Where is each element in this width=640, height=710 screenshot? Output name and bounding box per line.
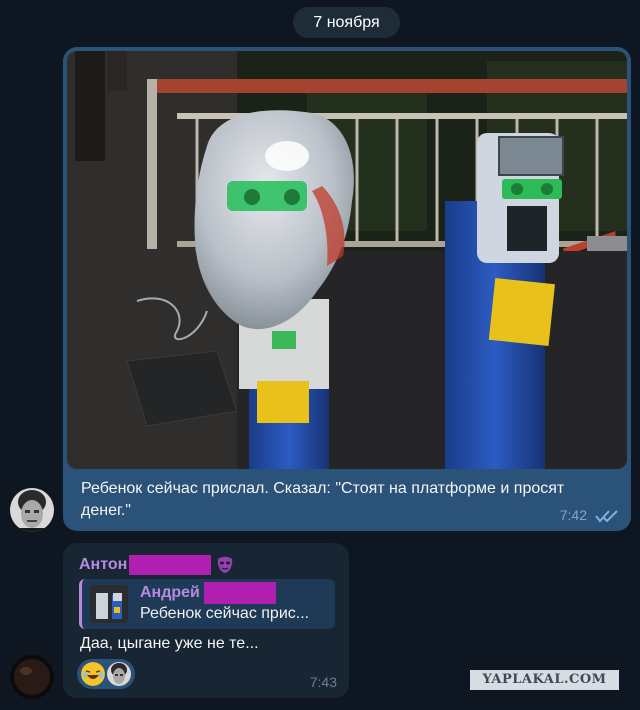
old-man-avatar-icon — [10, 488, 54, 532]
parking-meters-photo — [67, 51, 627, 469]
avatar-andrei[interactable] — [10, 488, 54, 532]
old-man-avatar-icon — [107, 662, 131, 686]
sender-row: Антон — [79, 552, 235, 578]
outgoing-message-time: 7:42 — [559, 507, 587, 523]
message-photo[interactable] — [67, 51, 627, 469]
site-watermark: YAPLAKAL.COM — [470, 670, 619, 690]
incoming-message-text: Даа, цыгане уже не те... — [80, 635, 259, 652]
outgoing-message-text: Ребенок сейчас прислал. Сказал: "Стоят н… — [81, 480, 565, 519]
dark-ball-avatar-icon — [10, 655, 54, 699]
redaction-bar — [203, 582, 276, 604]
reactions-badge[interactable] — [77, 659, 135, 689]
outgoing-message[interactable]: Ребенок сейчас прислал. Сказал: "Стоят н… — [63, 47, 631, 531]
incoming-message[interactable]: Антон Андрей Ребенок сейчас прис... Даа,… — [63, 543, 349, 698]
reply-preview-text: Ребенок сейчас прис... — [140, 605, 310, 622]
sender-name[interactable]: Антон — [79, 556, 127, 574]
reply-author: Андрей — [140, 582, 276, 604]
laughing-emoji-icon — [81, 662, 105, 686]
incoming-message-time: 7:43 — [309, 674, 337, 690]
mask-icon — [218, 556, 233, 573]
reply-quote[interactable]: Андрей Ребенок сейчас прис... — [79, 579, 335, 629]
double-check-icon — [595, 510, 618, 523]
avatar-anton[interactable] — [10, 655, 54, 699]
reply-thumbnail — [90, 585, 128, 623]
date-separator: 7 ноября — [293, 7, 400, 38]
reply-author-name: Андрей — [140, 584, 200, 601]
redaction-bar — [129, 555, 212, 575]
